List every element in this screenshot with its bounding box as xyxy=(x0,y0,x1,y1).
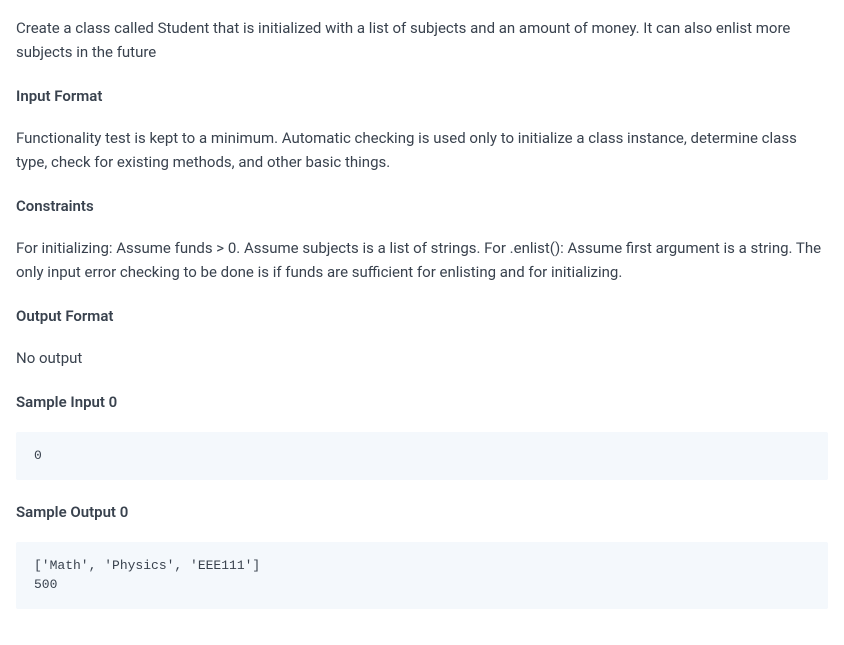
output-format-text: No output xyxy=(16,346,828,370)
constraints-text: For initializing: Assume funds > 0. Assu… xyxy=(16,236,828,284)
sample-input-code: 0 xyxy=(16,432,828,480)
sample-input-heading: Sample Input 0 xyxy=(16,390,828,414)
constraints-heading: Constraints xyxy=(16,194,828,218)
input-format-heading: Input Format xyxy=(16,84,828,108)
output-format-heading: Output Format xyxy=(16,304,828,328)
sample-output-heading: Sample Output 0 xyxy=(16,500,828,524)
input-format-text: Functionality test is kept to a minimum.… xyxy=(16,126,828,174)
sample-output-code: ['Math', 'Physics', 'EEE111'] 500 xyxy=(16,542,828,609)
problem-description: Create a class called Student that is in… xyxy=(16,16,828,64)
